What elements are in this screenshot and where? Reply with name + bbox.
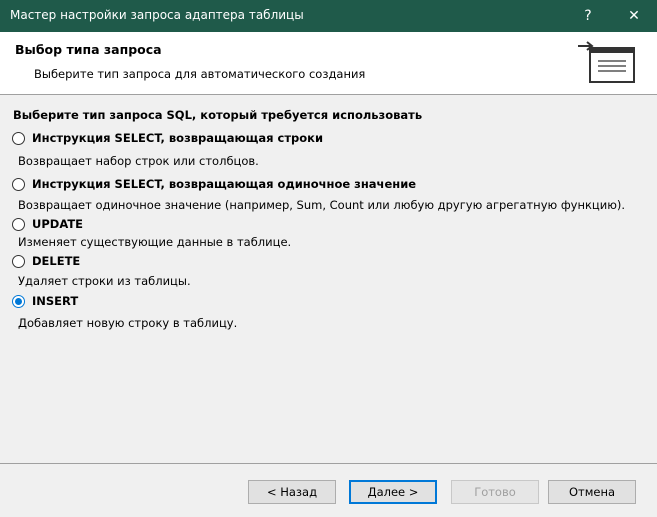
option-select-rows[interactable]: Инструкция SELECT, возвращающая строки: [12, 131, 323, 145]
option-description: Изменяет существующие данные в таблице.: [18, 235, 292, 249]
footer-divider: [0, 463, 657, 464]
wizard-window: Мастер настройки запроса адаптера таблиц…: [0, 0, 657, 517]
page-title: Выбор типа запроса: [15, 42, 162, 57]
option-select-single-value[interactable]: Инструкция SELECT, возвращающая одиночно…: [12, 177, 416, 191]
title-bar: Мастер настройки запроса адаптера таблиц…: [0, 0, 657, 32]
option-label: UPDATE: [32, 217, 84, 231]
radio-insert[interactable]: [12, 294, 25, 308]
wizard-table-icon: [578, 41, 635, 83]
option-description: Возвращает набор строк или столбцов.: [18, 154, 259, 168]
radio-select-single-value[interactable]: [12, 177, 25, 191]
option-label: INSERT: [32, 294, 79, 308]
radio-select-rows[interactable]: [12, 131, 25, 145]
back-button[interactable]: < Назад: [248, 480, 336, 504]
window-title: Мастер настройки запроса адаптера таблиц…: [10, 8, 304, 22]
option-description: Удаляет строки из таблицы.: [18, 274, 191, 288]
radio-delete[interactable]: [12, 254, 25, 268]
cancel-button[interactable]: Отмена: [548, 480, 636, 504]
query-type-prompt: Выберите тип запроса SQL, который требуе…: [13, 108, 423, 122]
page-subtitle: Выберите тип запроса для автоматического…: [34, 67, 366, 81]
next-button[interactable]: Далее >: [349, 480, 437, 504]
option-description: Добавляет новую строку в таблицу.: [18, 316, 238, 330]
option-delete[interactable]: DELETE: [12, 254, 80, 268]
option-update[interactable]: UPDATE: [12, 217, 83, 231]
wizard-header: Выбор типа запроса Выберите тип запроса …: [0, 32, 657, 95]
option-label: Инструкция SELECT, возвращающая строки: [32, 131, 324, 145]
option-label: DELETE: [32, 254, 81, 268]
radio-update[interactable]: [12, 217, 25, 231]
option-insert[interactable]: INSERT: [12, 294, 78, 308]
close-button[interactable]: ✕: [611, 0, 657, 32]
option-description: Возвращает одиночное значение (например,…: [18, 198, 626, 212]
finish-button[interactable]: Готово: [451, 480, 539, 504]
option-label: Инструкция SELECT, возвращающая одиночно…: [32, 177, 417, 191]
help-button[interactable]: ?: [565, 0, 611, 32]
